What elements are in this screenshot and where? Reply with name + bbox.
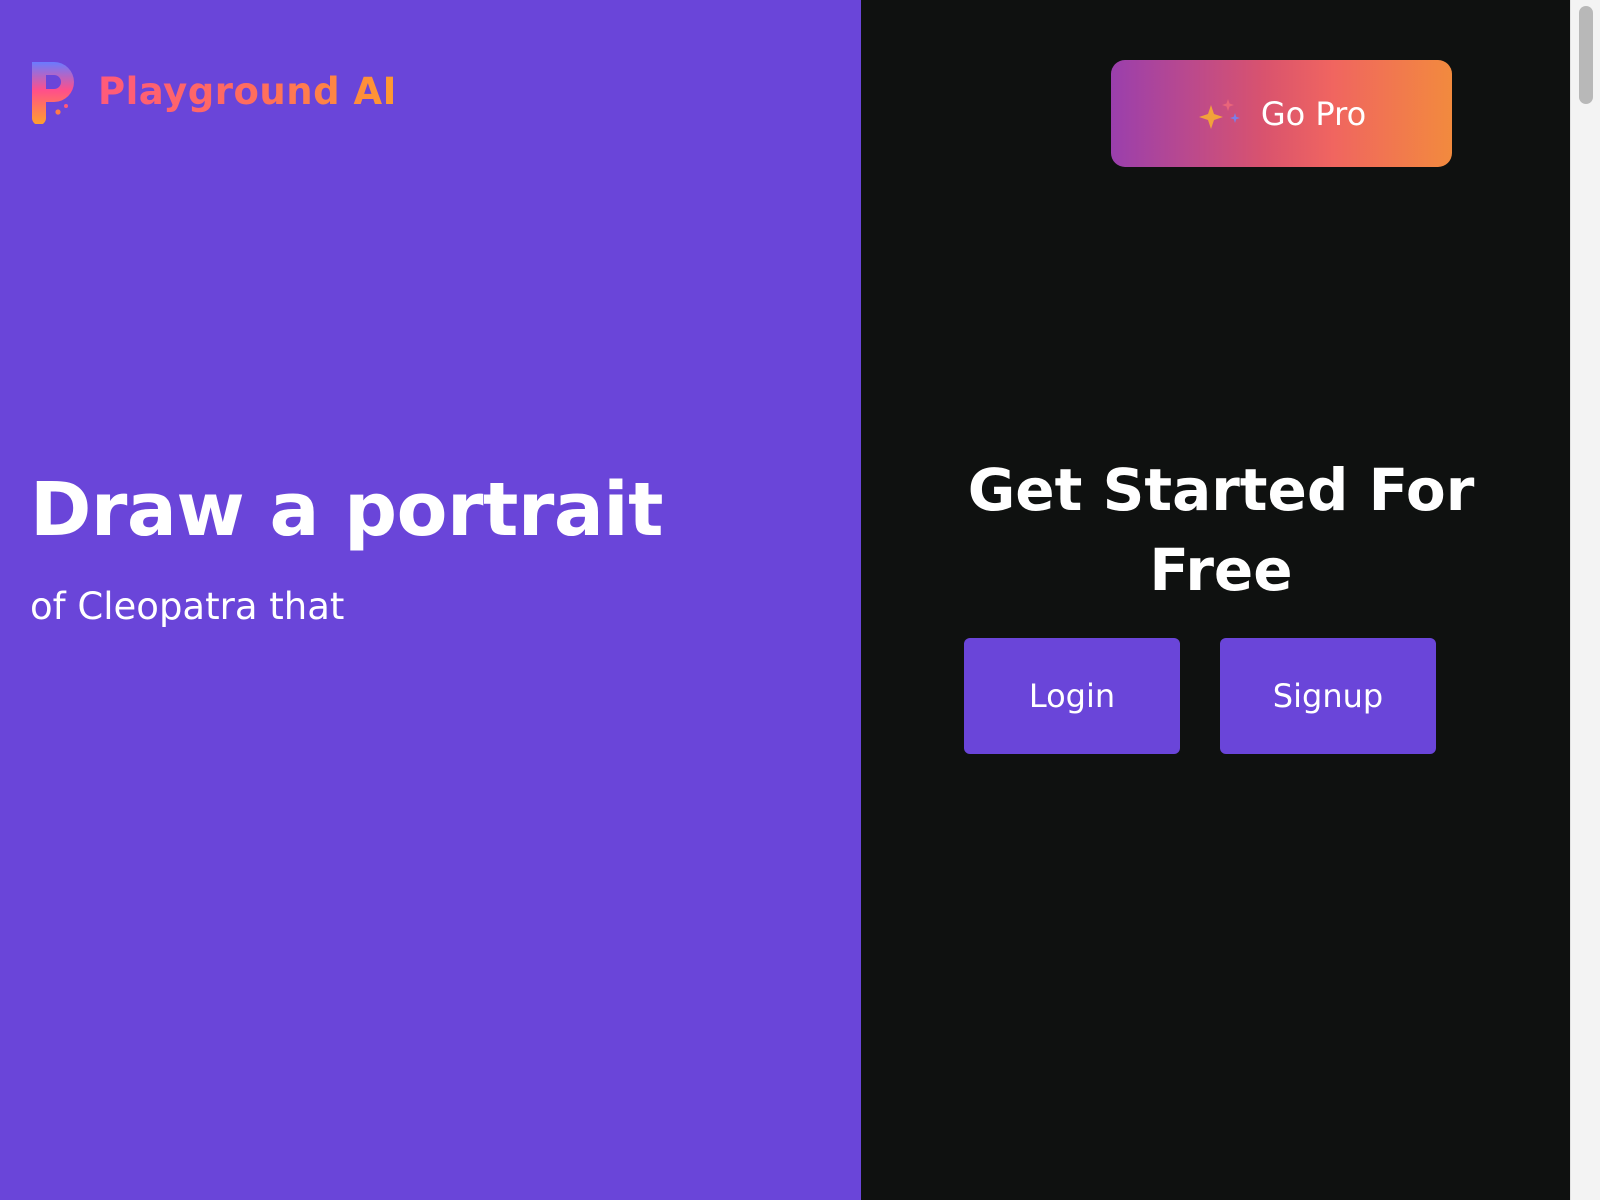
playground-logo-icon bbox=[28, 58, 78, 124]
scrollbar-thumb[interactable] bbox=[1579, 6, 1593, 104]
sparkle-icon bbox=[1197, 97, 1243, 131]
brand-logo[interactable]: Playground AI bbox=[28, 58, 397, 124]
go-pro-button[interactable]: Go Pro bbox=[1111, 60, 1452, 167]
page: Playground AI Draw a portrait of Cleopat… bbox=[0, 0, 1600, 1200]
go-pro-label: Go Pro bbox=[1260, 94, 1367, 133]
auth-panel: Go Pro Get Started For Free Login Signup bbox=[861, 0, 1570, 1200]
vertical-scrollbar[interactable] bbox=[1570, 0, 1600, 1200]
signup-button[interactable]: Signup bbox=[1220, 638, 1436, 754]
auth-buttons: Login Signup bbox=[964, 638, 1436, 754]
login-button[interactable]: Login bbox=[964, 638, 1180, 754]
cta-heading: Get Started For Free bbox=[967, 456, 1475, 604]
brand-name: Playground AI bbox=[98, 69, 397, 113]
hero-title: Draw a portrait bbox=[30, 467, 664, 553]
hero-subtitle: of Cleopatra that bbox=[30, 585, 345, 628]
hero-panel: Playground AI Draw a portrait of Cleopat… bbox=[0, 0, 861, 1200]
